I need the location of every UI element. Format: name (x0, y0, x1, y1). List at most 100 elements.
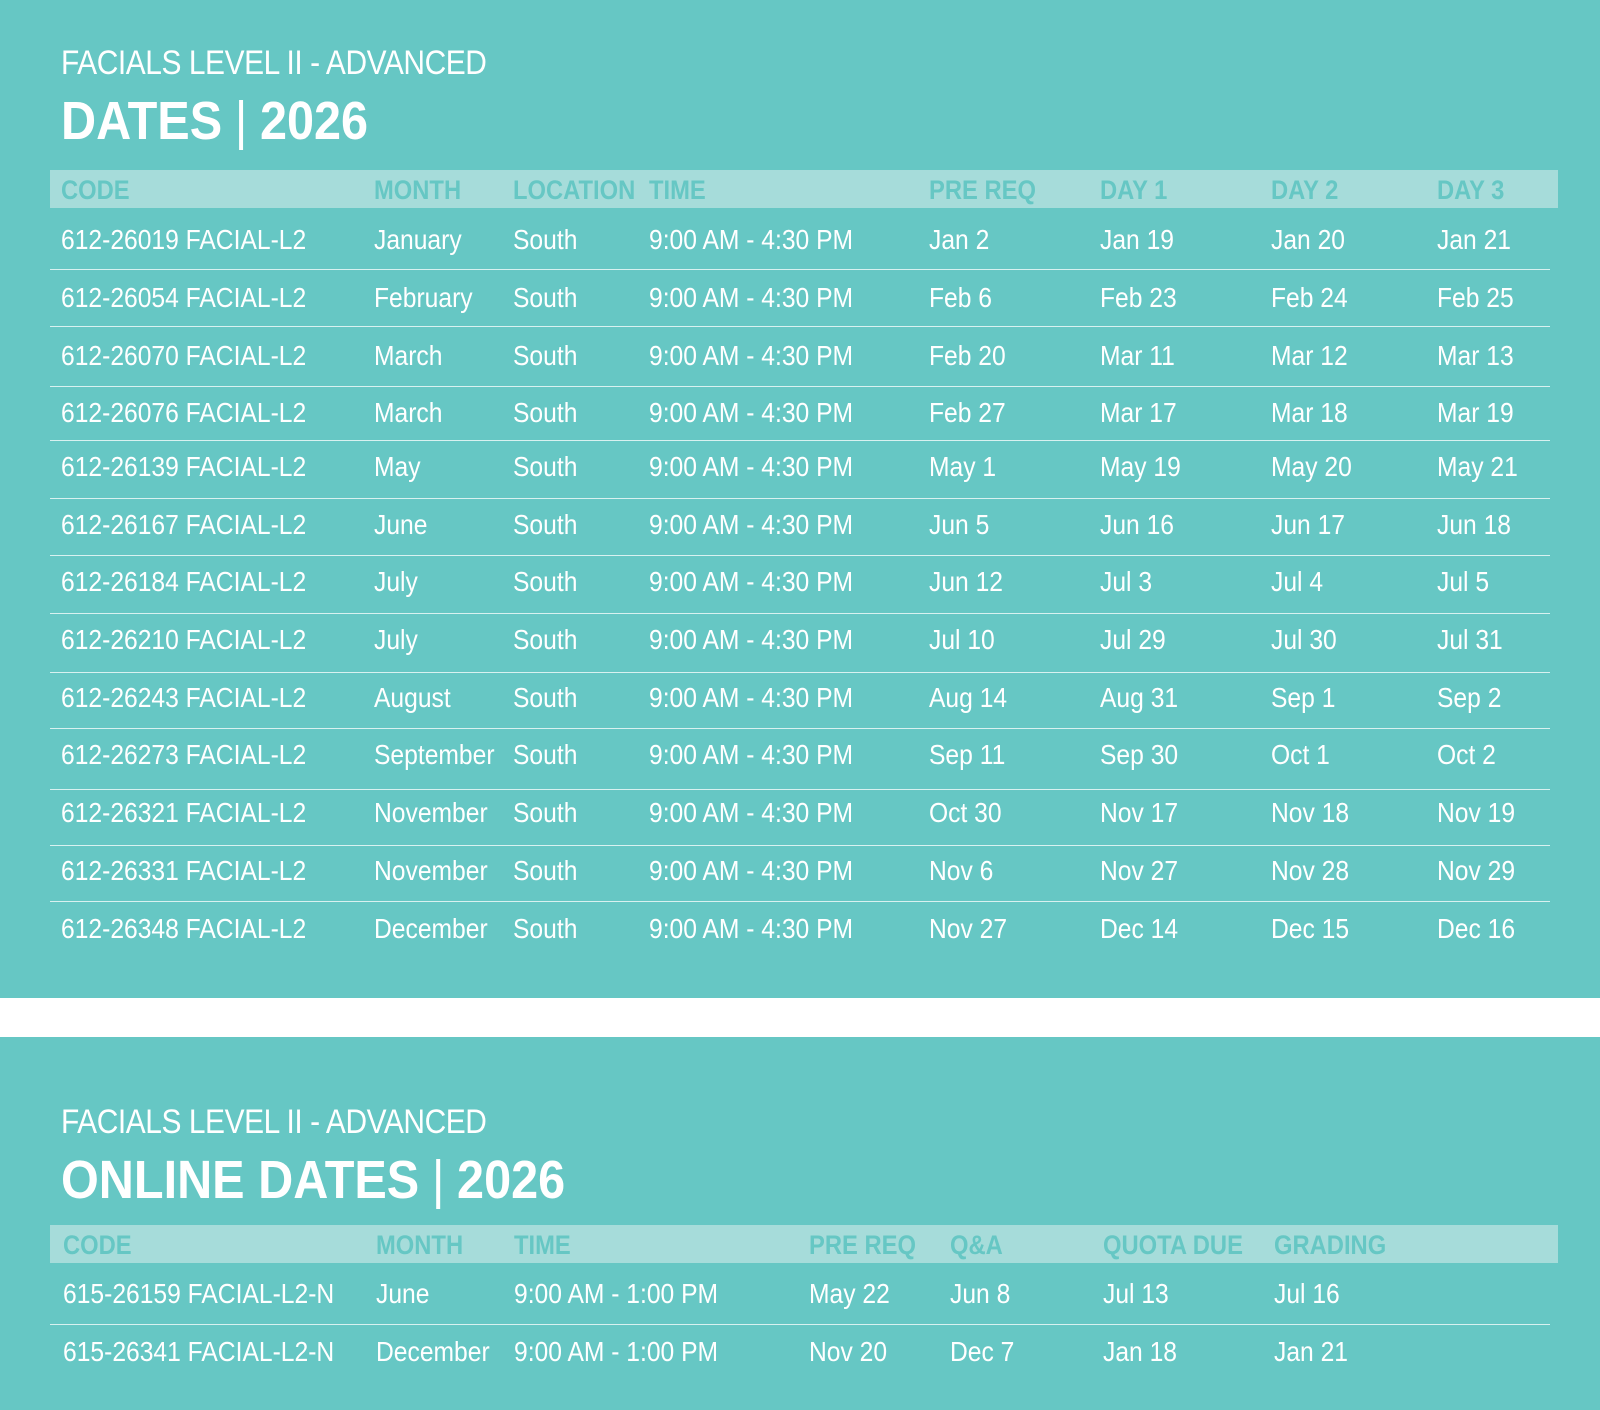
section-subtitle: FACIALS LEVEL II - ADVANCED (61, 1103, 487, 1141)
table-cell: May 20 (1271, 451, 1352, 482)
table-cell: Jan 2 (929, 224, 990, 255)
table-cell: March (374, 397, 443, 428)
column-header-month: MONTH (374, 175, 462, 205)
table-header: CODE MONTH TIME PRE REQ Q&A QUOTA DUE GR… (50, 1225, 1558, 1263)
online-dates-panel: FACIALS LEVEL II - ADVANCED ONLINE DATES… (0, 1037, 1600, 1410)
table-cell: Nov 29 (1437, 855, 1516, 886)
table-cell: South (513, 224, 578, 255)
table-cell: 612-26019 FACIAL-L2 (61, 224, 307, 255)
table-cell: Nov 27 (1100, 855, 1179, 886)
table-cell: South (513, 509, 578, 540)
table-cell: Feb 24 (1271, 282, 1348, 313)
table-cell: 9:00 AM - 4:30 PM (649, 624, 854, 655)
table-cell: Jul 31 (1437, 624, 1503, 655)
table-cell: January (374, 224, 462, 255)
table-cell: Mar 17 (1100, 397, 1177, 428)
title-year: 2026 (457, 1150, 566, 1210)
table-cell: 9:00 AM - 4:30 PM (649, 855, 854, 886)
table-cell: Sep 2 (1437, 682, 1502, 713)
table-cell: 9:00 AM - 4:30 PM (649, 566, 854, 597)
table-cell: Jul 10 (929, 624, 995, 655)
table-cell: Jan 21 (1437, 224, 1511, 255)
table-cell: December (376, 1336, 490, 1367)
table-cell: Jun 17 (1271, 509, 1345, 540)
table-cell: Aug 14 (929, 682, 1008, 713)
table-cell: 9:00 AM - 4:30 PM (649, 739, 854, 770)
table-cell: November (374, 855, 488, 886)
title-separator: | (431, 1150, 445, 1210)
section-title: ONLINE DATES | 2026 (61, 1149, 565, 1211)
table-cell: Nov 18 (1271, 797, 1350, 828)
column-header-day-1: DAY 1 (1100, 175, 1168, 205)
table-cell: Mar 12 (1271, 340, 1348, 371)
column-header-day-2: DAY 2 (1271, 175, 1339, 205)
table-cell: Jan 21 (1274, 1336, 1348, 1367)
table-cell: Oct 2 (1437, 739, 1496, 770)
row-divider (50, 672, 1550, 673)
table-cell: 612-26167 FACIAL-L2 (61, 509, 307, 540)
table-cell: Mar 19 (1437, 397, 1514, 428)
table-cell: Mar 11 (1100, 340, 1175, 371)
table-cell: Jul 5 (1437, 566, 1490, 597)
table-cell: Nov 6 (929, 855, 994, 886)
table-cell: 612-26348 FACIAL-L2 (61, 913, 307, 944)
table-cell: Jun 5 (929, 509, 990, 540)
table-cell: May 19 (1100, 451, 1181, 482)
table-cell: Jul 30 (1271, 624, 1337, 655)
table-cell: Jul 29 (1100, 624, 1166, 655)
column-header-code: CODE (61, 175, 130, 205)
row-divider (50, 498, 1550, 499)
row-divider (50, 326, 1550, 327)
table-cell: South (513, 739, 578, 770)
table-cell: 612-26273 FACIAL-L2 (61, 739, 307, 770)
column-header-code: CODE (63, 1230, 132, 1260)
title-separator: | (234, 91, 248, 151)
table-cell: 612-26243 FACIAL-L2 (61, 682, 307, 713)
column-header-month: MONTH (376, 1230, 464, 1260)
in-person-dates-panel: FACIALS LEVEL II - ADVANCED DATES | 2026 C… (0, 0, 1600, 998)
table-cell: Jul 13 (1103, 1278, 1169, 1309)
table-cell: South (513, 855, 578, 886)
row-divider (50, 728, 1550, 729)
row-divider (50, 789, 1550, 790)
row-divider (50, 269, 1550, 270)
table-cell: 9:00 AM - 4:30 PM (649, 913, 854, 944)
table-cell: Oct 30 (929, 797, 1002, 828)
column-header-pre-req: PRE REQ (809, 1230, 916, 1260)
table-cell: Sep 30 (1100, 739, 1179, 770)
table-cell: July (374, 624, 418, 655)
table-cell: 9:00 AM - 4:30 PM (649, 451, 854, 482)
table-cell: 612-26184 FACIAL-L2 (61, 566, 307, 597)
table-cell: South (513, 624, 578, 655)
column-header-pre-req: PRE REQ (929, 175, 1036, 205)
table-cell: Feb 20 (929, 340, 1006, 371)
table-cell: September (374, 739, 495, 770)
table-cell: Jun 16 (1100, 509, 1174, 540)
column-header-day-3: DAY 3 (1437, 175, 1505, 205)
table-cell: Dec 14 (1100, 913, 1179, 944)
table-cell: Dec 15 (1271, 913, 1350, 944)
table-cell: 9:00 AM - 4:30 PM (649, 340, 854, 371)
table-cell: May (374, 451, 421, 482)
table-cell: Jul 4 (1271, 566, 1324, 597)
row-divider (50, 440, 1550, 441)
table-cell: Nov 17 (1100, 797, 1179, 828)
table-cell: 9:00 AM - 4:30 PM (649, 397, 854, 428)
title-main: ONLINE DATES (61, 1150, 420, 1210)
table-cell: 9:00 AM - 1:00 PM (514, 1336, 719, 1367)
table-cell: June (376, 1278, 430, 1309)
table-cell: Jan 19 (1100, 224, 1174, 255)
table-cell: Sep 11 (929, 739, 1006, 770)
table-cell: 615-26341 FACIAL-L2-N (63, 1336, 335, 1367)
table-cell: Jan 20 (1271, 224, 1345, 255)
title-year: 2026 (259, 91, 369, 151)
table-cell: 9:00 AM - 4:30 PM (649, 509, 854, 540)
table-cell: South (513, 797, 578, 828)
table-cell: 9:00 AM - 4:30 PM (649, 224, 854, 255)
table-cell: Nov 20 (809, 1336, 888, 1367)
table-cell: Mar 13 (1437, 340, 1514, 371)
table-cell: 612-26076 FACIAL-L2 (61, 397, 307, 428)
table-cell: June (374, 509, 428, 540)
row-divider (50, 845, 1550, 846)
table-header: CODE MONTH LOCATION TIME PRE REQ DAY 1 D… (50, 170, 1558, 208)
